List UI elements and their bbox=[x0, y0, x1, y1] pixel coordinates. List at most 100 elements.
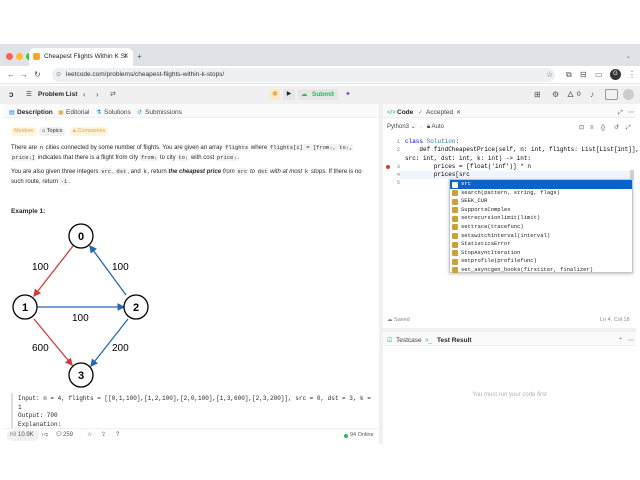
submit-button[interactable]: ☁ Submit bbox=[298, 89, 338, 100]
code-line[interactable]: prices = [float('inf')] * n bbox=[405, 163, 531, 171]
comment-icon[interactable]: 💬︎ bbox=[55, 431, 63, 440]
code-line[interactable]: class Solution: bbox=[405, 138, 459, 146]
close-window-icon[interactable] bbox=[6, 53, 13, 60]
site-info-icon[interactable]: ⊙ bbox=[56, 68, 61, 82]
tab-editorial[interactable]: Editorial bbox=[66, 108, 89, 117]
autocomplete-item[interactable]: src bbox=[450, 180, 632, 189]
favorite-star-icon[interactable]: ☆ bbox=[87, 431, 92, 440]
autocomplete-label: setprofile(profilefunc) bbox=[461, 257, 537, 265]
shuffle-icon[interactable]: ⇄ bbox=[110, 90, 116, 100]
streak-fire-icon[interactable]: 🜂 bbox=[567, 90, 574, 100]
thumbs-up-icon: 👍︎ bbox=[10, 432, 17, 438]
leetcode-logo-icon[interactable]: ↄ bbox=[9, 90, 18, 99]
expand-panel-icon[interactable]: ⌃ bbox=[618, 336, 623, 346]
premium-icon[interactable] bbox=[605, 89, 618, 100]
symbol-icon bbox=[452, 233, 458, 240]
prev-problem-icon[interactable]: ‹ bbox=[83, 90, 86, 100]
bookmark-star-icon[interactable]: ☆ bbox=[546, 70, 553, 80]
debug-icon[interactable]: ✱ bbox=[270, 89, 280, 100]
browser-menu-icon[interactable]: ⋮ bbox=[628, 70, 636, 80]
maximize-panel-icon[interactable]: ⤢ bbox=[618, 108, 623, 118]
code-line[interactable]: def findCheapestPrice(self, n: int, flig… bbox=[405, 146, 639, 154]
streak-count: 0 bbox=[577, 91, 581, 98]
cursor-position: Ln 4, Col 18 bbox=[600, 317, 630, 323]
submissions-icon: ↺ bbox=[137, 110, 143, 116]
reset-icon[interactable]: ↺ bbox=[614, 123, 619, 133]
code-line[interactable]: prices[src bbox=[405, 171, 470, 179]
p1-code-flights: flights bbox=[224, 144, 250, 151]
notification-bell-icon[interactable]: ♪ bbox=[590, 90, 594, 100]
bookmark-icon[interactable]: ⊡ bbox=[579, 123, 584, 133]
topics-button[interactable]: ⌂ Topics bbox=[39, 127, 66, 136]
p2-text: from bbox=[221, 169, 237, 175]
tab-description[interactable]: Description bbox=[17, 108, 53, 117]
back-icon[interactable]: ← bbox=[7, 70, 15, 80]
problem-list-icon[interactable]: ☰ bbox=[26, 90, 32, 99]
forward-icon[interactable]: → bbox=[20, 70, 28, 80]
screen: Cheapest Flights Within K St ✕ + ⌄ ← → ↻… bbox=[0, 0, 640, 480]
user-avatar[interactable] bbox=[623, 89, 634, 100]
tab-code[interactable]: Code bbox=[397, 108, 413, 117]
help-icon[interactable]: ? bbox=[116, 431, 119, 440]
edge-label: 100 bbox=[32, 262, 49, 273]
problem-paragraph-1: There are n cities connected by some num… bbox=[11, 143, 371, 163]
new-tab-icon[interactable]: + bbox=[137, 52, 142, 62]
autocomplete-item[interactable]: StopAsyncIteration bbox=[450, 249, 632, 258]
p2-text: with at most bbox=[268, 169, 304, 175]
extensions-icon[interactable]: ⧉ bbox=[566, 70, 572, 80]
autocomplete-item[interactable]: setrecursionlimit(limit) bbox=[450, 214, 632, 223]
comment-count[interactable]: 259 bbox=[63, 431, 73, 440]
auto-mode[interactable]: 🔒︎ Auto bbox=[427, 123, 444, 132]
format-icon[interactable]: ≡ bbox=[590, 123, 594, 133]
close-accepted-tab-icon[interactable]: ✕ bbox=[456, 108, 461, 118]
problem-list-link[interactable]: Problem List bbox=[38, 90, 77, 99]
close-tab-icon[interactable]: ✕ bbox=[123, 52, 129, 62]
panel-menu-icon[interactable]: ⋯ bbox=[628, 108, 634, 118]
autocomplete-item[interactable]: SEEK_CUR bbox=[450, 197, 632, 206]
companies-button[interactable]: 🔒︎ Companies bbox=[70, 127, 109, 136]
symbol-icon bbox=[452, 267, 458, 274]
edge-label: 100 bbox=[72, 313, 89, 324]
tab-accepted[interactable]: Accepted bbox=[426, 108, 453, 117]
autocomplete-item[interactable]: set_asyncgen_hooks(firstiter, finalizer) bbox=[450, 266, 632, 275]
line-number: 5 bbox=[396, 179, 400, 186]
tab-solutions[interactable]: Solutions bbox=[104, 108, 131, 117]
autocomplete-item[interactable]: SupportsComplex bbox=[450, 206, 632, 215]
autocomplete-item[interactable]: setprofile(profilefunc) bbox=[450, 257, 632, 266]
fullscreen-icon[interactable]: ⤢ bbox=[626, 123, 631, 133]
tab-list-icon[interactable]: ⌄ bbox=[626, 52, 631, 62]
dislike-icon[interactable]: 👎︎ bbox=[42, 431, 48, 440]
autocomplete-item[interactable]: setswitchinterval(interval) bbox=[450, 232, 632, 241]
autocomplete-item[interactable]: StatisticsError bbox=[450, 240, 632, 249]
address-bar[interactable]: ⊙ leetcode.com/problems/cheapest-flights… bbox=[52, 68, 555, 82]
test-panel-menu-icon[interactable]: ⋯ bbox=[628, 336, 634, 346]
profile-avatar[interactable]: G bbox=[610, 69, 621, 80]
tab-testcase[interactable]: Testcase bbox=[396, 336, 422, 345]
browser-tab[interactable]: Cheapest Flights Within K St bbox=[29, 48, 133, 66]
language-select[interactable]: Python3 ⌄ bbox=[387, 123, 416, 132]
tab-submissions[interactable]: Submissions bbox=[145, 108, 182, 117]
autocomplete-label: setrecursionlimit(limit) bbox=[461, 214, 541, 222]
lock-icon: · bbox=[420, 125, 422, 131]
minimize-window-icon[interactable] bbox=[16, 53, 23, 60]
companies-label: Companies bbox=[77, 128, 106, 134]
p2-text: to bbox=[248, 169, 257, 175]
terminal-icon: >_ bbox=[425, 338, 432, 344]
autocomplete-item[interactable]: search(pattern, string, flags) bbox=[450, 189, 632, 198]
braces-icon[interactable]: {} bbox=[601, 123, 605, 133]
ai-assist-icon[interactable]: ✦ bbox=[345, 90, 351, 100]
tab-test-result[interactable]: Test Result bbox=[437, 336, 472, 345]
code-line[interactable]: src: int, dst: int, k: int) -> int: bbox=[405, 155, 531, 163]
layout-icon[interactable]: ⊞ bbox=[534, 90, 541, 100]
run-icon[interactable]: ▶ bbox=[283, 89, 295, 100]
autocomplete-item[interactable]: settrace(tracefunc) bbox=[450, 223, 632, 232]
symbol-icon bbox=[452, 224, 458, 231]
solutions-icon: ⚗ bbox=[96, 110, 102, 116]
sidebar-icon[interactable]: ▭ bbox=[595, 70, 603, 80]
next-problem-icon[interactable]: › bbox=[96, 90, 99, 100]
settings-icon[interactable]: ⚙ bbox=[552, 90, 559, 100]
reload-icon[interactable]: ↻ bbox=[34, 70, 41, 80]
reading-list-icon[interactable]: ⊟ bbox=[580, 70, 587, 80]
share-icon[interactable]: ⇪ bbox=[101, 431, 106, 440]
p2-text: , and bbox=[127, 169, 143, 175]
